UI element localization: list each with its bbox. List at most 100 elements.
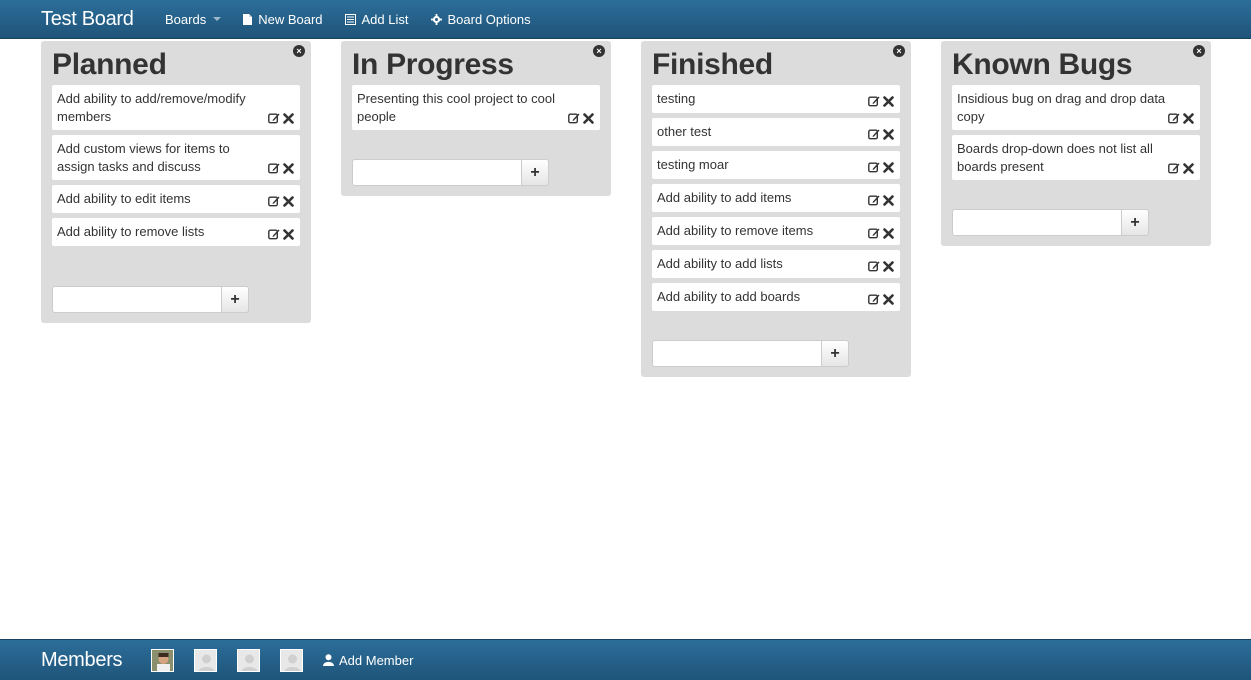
edit-icon[interactable]: [868, 128, 880, 140]
member-avatar-photo[interactable]: [151, 648, 174, 672]
card[interactable]: Add ability to remove lists: [52, 218, 300, 246]
edit-icon[interactable]: [868, 161, 880, 173]
members-footer: Members Add Member: [0, 639, 1251, 680]
edit-icon[interactable]: [868, 260, 880, 272]
close-list-icon[interactable]: ×: [893, 45, 905, 57]
edit-icon[interactable]: [868, 194, 880, 206]
card-actions: [1168, 112, 1194, 124]
boards-dropdown[interactable]: Boards: [165, 11, 222, 27]
member-avatar-placeholder[interactable]: [237, 648, 260, 672]
card[interactable]: Presenting this cool project to cool peo…: [352, 85, 600, 130]
new-card-input[interactable]: [52, 286, 222, 313]
list-title: Finished: [652, 48, 773, 81]
add-list-label: Add List: [361, 11, 409, 27]
card-text: Add custom views for items to assign tas…: [57, 141, 230, 174]
card[interactable]: testing moar: [652, 151, 900, 179]
board-options-button[interactable]: Board Options: [430, 11, 531, 27]
list-icon: [344, 13, 356, 25]
file-icon: [243, 13, 253, 25]
delete-icon[interactable]: [283, 195, 294, 207]
close-list-icon[interactable]: ×: [1193, 45, 1205, 57]
delete-icon[interactable]: [283, 228, 294, 240]
add-card-button[interactable]: +: [522, 159, 549, 186]
new-card-input[interactable]: [652, 340, 822, 367]
board-options-label: Board Options: [447, 11, 531, 27]
card-actions: [268, 112, 294, 124]
add-card-row: +: [52, 286, 300, 313]
card-actions: [268, 228, 294, 240]
delete-icon[interactable]: [1183, 112, 1194, 124]
delete-icon[interactable]: [883, 95, 894, 107]
card-list: Insidious bug on drag and drop data copy…: [952, 85, 1200, 180]
add-card-row: +: [652, 340, 900, 367]
board-title[interactable]: Test Board: [41, 8, 151, 31]
delete-icon[interactable]: [883, 293, 894, 305]
delete-icon[interactable]: [283, 162, 294, 174]
close-list-icon[interactable]: ×: [293, 45, 305, 57]
card-actions: [268, 162, 294, 174]
add-card-button[interactable]: +: [822, 340, 849, 367]
card[interactable]: Boards drop-down does not list all board…: [952, 135, 1200, 180]
boards-label: Boards: [165, 11, 207, 27]
edit-icon[interactable]: [1168, 112, 1180, 124]
gear-icon: [430, 13, 442, 25]
card-list: Presenting this cool project to cool peo…: [352, 85, 600, 130]
card-actions: [1168, 162, 1194, 174]
card-text: Boards drop-down does not list all board…: [957, 141, 1153, 174]
edit-icon[interactable]: [868, 293, 880, 305]
delete-icon[interactable]: [1183, 162, 1194, 174]
card-text: Add ability to remove items: [657, 223, 814, 238]
members-title: Members: [41, 648, 123, 671]
close-list-icon[interactable]: ×: [593, 45, 605, 57]
card[interactable]: Add ability to add boards: [652, 283, 900, 311]
delete-icon[interactable]: [283, 112, 294, 124]
card[interactable]: Add ability to add items: [652, 184, 900, 212]
card[interactable]: Add custom views for items to assign tas…: [52, 135, 300, 180]
list: × Finished testing other test testing moar Ad…: [641, 41, 911, 377]
edit-icon[interactable]: [868, 95, 880, 107]
card[interactable]: other test: [652, 118, 900, 146]
member-avatar-placeholder[interactable]: [194, 648, 217, 672]
delete-icon[interactable]: [583, 112, 594, 124]
card[interactable]: Insidious bug on drag and drop data copy: [952, 85, 1200, 130]
list-title: In Progress: [352, 48, 514, 81]
delete-icon[interactable]: [883, 128, 894, 140]
card-actions: [868, 161, 894, 173]
caret-down-icon: [213, 17, 222, 21]
add-card-button[interactable]: +: [222, 286, 249, 313]
card[interactable]: Add ability to edit items: [52, 185, 300, 213]
card-actions: [868, 227, 894, 239]
edit-icon[interactable]: [568, 112, 580, 124]
card-list: testing other test testing moar Add ability…: [652, 85, 900, 311]
card[interactable]: Add ability to add lists: [652, 250, 900, 278]
card-actions: [868, 194, 894, 206]
delete-icon[interactable]: [883, 161, 894, 173]
new-card-input[interactable]: [952, 209, 1122, 236]
add-list-button[interactable]: Add List: [344, 11, 409, 27]
delete-icon[interactable]: [883, 260, 894, 272]
delete-icon[interactable]: [883, 194, 894, 206]
add-card-row: +: [952, 209, 1200, 236]
card[interactable]: Add ability to add/remove/modify members: [52, 85, 300, 130]
new-board-button[interactable]: New Board: [243, 12, 323, 27]
card-list: Add ability to add/remove/modify members…: [52, 85, 300, 246]
new-card-input[interactable]: [352, 159, 522, 186]
add-card-button[interactable]: +: [1122, 209, 1149, 236]
member-avatar-placeholder[interactable]: [280, 648, 303, 672]
card[interactable]: Add ability to remove items: [652, 217, 900, 245]
card-text: testing: [657, 91, 696, 106]
edit-icon[interactable]: [268, 228, 280, 240]
edit-icon[interactable]: [1168, 162, 1180, 174]
edit-icon[interactable]: [268, 112, 280, 124]
add-member-button[interactable]: Add Member: [323, 653, 413, 668]
card-text: Insidious bug on drag and drop data copy: [957, 91, 1166, 124]
delete-icon[interactable]: [883, 227, 894, 239]
card-text: Add ability to edit items: [57, 191, 191, 206]
edit-icon[interactable]: [268, 162, 280, 174]
card[interactable]: testing: [652, 85, 900, 113]
card-actions: [868, 260, 894, 272]
edit-icon[interactable]: [268, 195, 280, 207]
card-actions: [868, 128, 894, 140]
card-actions: [868, 293, 894, 305]
edit-icon[interactable]: [868, 227, 880, 239]
